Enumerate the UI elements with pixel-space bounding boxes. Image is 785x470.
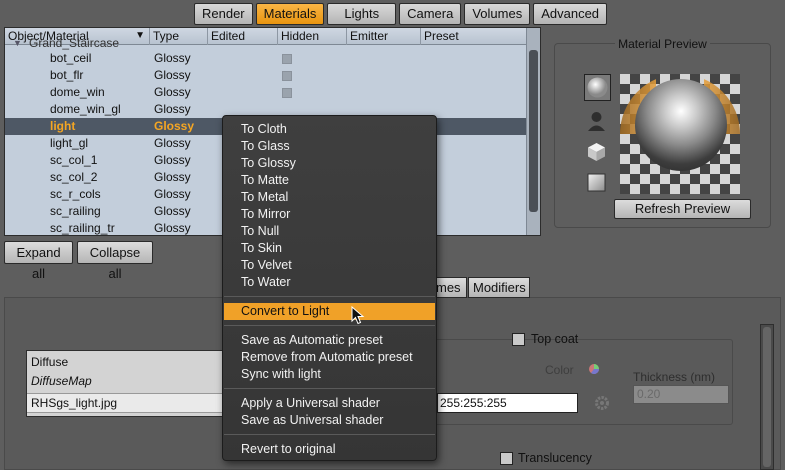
menu-item-to-skin[interactable]: To Skin [224, 240, 435, 257]
menu-item-revert-to-original[interactable]: Revert to original [224, 441, 435, 458]
row-name: sc_railing [50, 204, 101, 218]
tab-lights[interactable]: Lights [327, 3, 397, 25]
menu-item-to-glass[interactable]: To Glass [224, 138, 435, 155]
top-coat-checkbox[interactable] [512, 333, 525, 346]
row-name: bot_flr [50, 68, 84, 82]
thickness-field[interactable]: 0.20 [633, 385, 729, 404]
row-name: light_gl [50, 136, 89, 150]
row-type: Glossy [154, 170, 191, 184]
diffuse-file-field[interactable]: RHSgs_light.jpg [27, 393, 233, 413]
table-row[interactable]: dome_win Glossy [5, 84, 527, 101]
tab-render[interactable]: Render [194, 3, 253, 25]
mouse-cursor-icon [351, 306, 365, 325]
person-icon [588, 112, 605, 131]
menu-separator [224, 388, 435, 389]
row-type: Glossy [154, 136, 191, 150]
gear-icon[interactable] [594, 395, 610, 411]
expand-all-button[interactable]: Expand all [4, 241, 73, 281]
material-preview-panel: Material Preview Refresh Preview [554, 37, 771, 228]
main-tab-bar: Render Materials Lights Camera Volumes A… [194, 3, 608, 25]
expand-triangle-icon[interactable]: ▼ [13, 39, 22, 48]
thickness-label: Thickness (nm) [633, 370, 716, 384]
tab-camera[interactable]: Camera [399, 3, 462, 25]
menu-item-to-velvet[interactable]: To Velvet [224, 257, 435, 274]
group-row[interactable]: ▼ Grand_Staircase [5, 36, 527, 50]
menu-item-to-glossy[interactable]: To Glossy [224, 155, 435, 172]
table-row[interactable]: bot_flr Glossy [5, 67, 527, 84]
row-name: dome_win [50, 85, 105, 99]
menu-item-to-water[interactable]: To Water [224, 274, 435, 291]
row-name: sc_col_2 [50, 170, 98, 184]
sphere-icon [587, 77, 608, 98]
menu-item-remove-automatic-preset[interactable]: Remove from Automatic preset [224, 349, 435, 366]
top-coat-label: Top coat [531, 332, 579, 346]
menu-item-apply-universal-shader[interactable]: Apply a Universal shader [224, 395, 435, 412]
menu-item-sync-with-light[interactable]: Sync with light [224, 366, 435, 383]
scrollbar-thumb[interactable] [529, 50, 538, 212]
table-row[interactable]: bot_ceil Glossy [5, 50, 527, 67]
menu-separator [224, 434, 435, 435]
diffuse-map-label: DiffuseMap [31, 374, 92, 388]
tree-scrollbar[interactable] [526, 28, 540, 235]
sphere-preview-button[interactable] [584, 74, 611, 101]
row-name: dome_win_gl [50, 102, 121, 116]
scrollbar-thumb[interactable] [763, 327, 771, 467]
preview-title: Material Preview [555, 37, 770, 51]
menu-separator [224, 296, 435, 297]
hidden-checkbox[interactable] [282, 88, 292, 98]
tab-advanced[interactable]: Advanced [533, 3, 608, 25]
tab-frames[interactable]: mes [432, 277, 467, 298]
translucency-checkbox[interactable] [500, 452, 513, 465]
menu-item-save-universal-shader[interactable]: Save as Universal shader [224, 412, 435, 429]
figure-preview-button[interactable] [584, 108, 611, 135]
row-type: Glossy [154, 102, 191, 116]
menu-item-to-metal[interactable]: To Metal [224, 189, 435, 206]
context-menu: To Cloth To Glass To Glossy To Matte To … [222, 115, 437, 461]
cube-icon [588, 143, 605, 161]
menu-item-to-mirror[interactable]: To Mirror [224, 206, 435, 223]
color-value-field[interactable]: 255:255:255 [437, 393, 578, 413]
menu-item-convert-to-light[interactable]: Convert to Light [224, 303, 435, 320]
translucency-label: Translucency [518, 451, 592, 465]
row-name: sc_col_1 [50, 153, 98, 167]
hidden-checkbox[interactable] [282, 71, 292, 81]
row-type: Glossy [154, 187, 191, 201]
hidden-checkbox[interactable] [282, 54, 292, 64]
cube-preview-button[interactable] [584, 139, 611, 166]
diffuse-box[interactable]: Diffuse DiffuseMap RHSgs_light.jpg [26, 350, 233, 417]
square-icon [587, 173, 606, 192]
group-name: Grand_Staircase [29, 36, 120, 50]
row-type: Glossy [154, 85, 191, 99]
row-type: Glossy [154, 68, 191, 82]
plane-preview-button[interactable] [584, 170, 611, 197]
menu-item-to-matte[interactable]: To Matte [224, 172, 435, 189]
menu-item-to-cloth[interactable]: To Cloth [224, 121, 435, 138]
row-type: Glossy [154, 204, 191, 218]
row-name: sc_railing_tr [50, 221, 115, 235]
row-name: bot_ceil [50, 51, 92, 65]
row-type: Glossy [154, 153, 191, 167]
row-name: light [50, 119, 76, 133]
preview-render-image [620, 74, 740, 194]
row-type: Glossy [154, 51, 191, 65]
tab-modifiers[interactable]: Modifiers [468, 277, 530, 298]
settings-scrollbar[interactable] [760, 324, 774, 470]
tab-volumes[interactable]: Volumes [464, 3, 531, 25]
row-type: Glossy [154, 221, 191, 235]
color-label: Color [545, 363, 574, 377]
refresh-preview-button[interactable]: Refresh Preview [614, 199, 751, 219]
row-name: sc_r_cols [50, 187, 101, 201]
tab-materials[interactable]: Materials [255, 3, 325, 25]
menu-item-save-automatic-preset[interactable]: Save as Automatic preset [224, 332, 435, 349]
collapse-all-button[interactable]: Collapse all [77, 241, 153, 281]
diffuse-label: Diffuse [31, 355, 69, 369]
color-wheel-icon[interactable] [588, 363, 600, 375]
preview-sphere [635, 79, 727, 171]
menu-separator [224, 325, 435, 326]
row-type: Glossy [154, 119, 195, 133]
menu-item-to-null[interactable]: To Null [224, 223, 435, 240]
